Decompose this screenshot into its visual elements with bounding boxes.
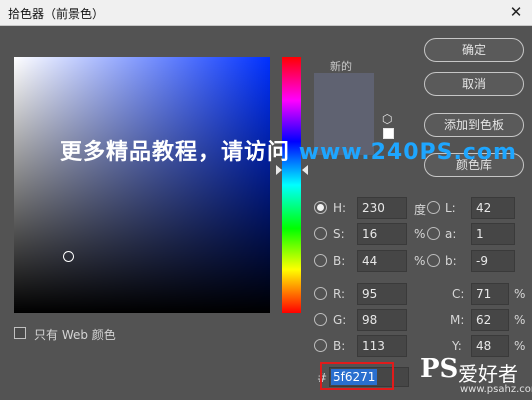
input-c[interactable]: 71 bbox=[471, 283, 509, 305]
title-bar: 拾色器（前景色） ✕ bbox=[0, 0, 532, 26]
close-icon[interactable]: ✕ bbox=[506, 3, 526, 22]
lab-row-l: L: 42 bbox=[427, 197, 527, 219]
hsb-row-s: S: 16 % bbox=[314, 223, 426, 245]
logo-ps: PS bbox=[420, 354, 459, 384]
cmyk-row-c: C: 71 % bbox=[440, 283, 530, 305]
rgb-row-g: G: 98 bbox=[314, 309, 424, 331]
input-h[interactable]: 230 bbox=[357, 197, 407, 219]
web-only-label: 只有 Web 颜色 bbox=[34, 328, 116, 342]
input-r[interactable]: 95 bbox=[357, 283, 407, 305]
hsb-row-b: B: 44 % bbox=[314, 250, 426, 272]
label-rgb-b: B: bbox=[333, 339, 346, 353]
logo-url: www.psahz.com bbox=[460, 384, 532, 395]
label-g: G: bbox=[333, 313, 347, 327]
input-l[interactable]: 42 bbox=[471, 197, 515, 219]
label-b: B: bbox=[333, 254, 346, 268]
window-title: 拾色器（前景色） bbox=[8, 7, 105, 21]
label-lab-b: b: bbox=[445, 254, 457, 268]
label-a: a: bbox=[445, 227, 457, 241]
input-lab-b[interactable]: -9 bbox=[471, 250, 515, 272]
radio-l[interactable] bbox=[427, 201, 440, 214]
input-m[interactable]: 62 bbox=[471, 309, 509, 331]
input-s[interactable]: 16 bbox=[357, 223, 407, 245]
unit-h: 度 bbox=[414, 203, 427, 217]
cmyk-row-m: M: 62 % bbox=[440, 309, 530, 331]
input-g[interactable]: 98 bbox=[357, 309, 407, 331]
radio-rgb-b[interactable] bbox=[314, 339, 327, 352]
label-m: M: bbox=[450, 313, 465, 327]
color-picker-cursor[interactable] bbox=[63, 251, 74, 262]
radio-h[interactable] bbox=[314, 201, 327, 214]
input-b[interactable]: 44 bbox=[357, 250, 407, 272]
label-h: H: bbox=[333, 201, 347, 215]
radio-g[interactable] bbox=[314, 313, 327, 326]
watermark-banner: 更多精品教程，请访问 www.240PS.com bbox=[60, 134, 517, 166]
lab-row-b: b: -9 bbox=[427, 250, 527, 272]
label-l: L: bbox=[445, 201, 456, 215]
unit-m: % bbox=[514, 313, 526, 327]
hue-slider[interactable] bbox=[282, 57, 301, 313]
site-logo: PS 爱好者 www.psahz.com bbox=[420, 352, 532, 398]
logo-cn: 爱好者 bbox=[458, 362, 518, 386]
saturation-brightness-field[interactable] bbox=[14, 57, 270, 313]
hue-slider-handle-left[interactable] bbox=[276, 165, 282, 175]
radio-b[interactable] bbox=[314, 254, 327, 267]
input-a[interactable]: 1 bbox=[471, 223, 515, 245]
cube-icon[interactable]: ⬡ bbox=[382, 113, 394, 125]
radio-s[interactable] bbox=[314, 227, 327, 240]
hue-slider-handle-right[interactable] bbox=[302, 165, 308, 175]
hsb-row-h: H: 230 度 bbox=[314, 197, 427, 219]
new-color-swatch bbox=[314, 73, 374, 114]
unit-y: % bbox=[514, 339, 526, 353]
label-y: Y: bbox=[452, 339, 462, 353]
unit-c: % bbox=[514, 287, 526, 301]
radio-a[interactable] bbox=[427, 227, 440, 240]
lab-row-a: a: 1 bbox=[427, 223, 527, 245]
unit-b: % bbox=[414, 254, 426, 268]
input-rgb-b[interactable]: 113 bbox=[357, 335, 407, 357]
radio-r[interactable] bbox=[314, 287, 327, 300]
unit-s: % bbox=[414, 227, 426, 241]
watermark-url: www.240PS.com bbox=[298, 140, 517, 165]
radio-lab-b[interactable] bbox=[427, 254, 440, 267]
ok-button[interactable]: 确定 bbox=[424, 38, 524, 62]
hex-highlight-box bbox=[320, 362, 394, 390]
rgb-row-r: R: 95 bbox=[314, 283, 424, 305]
label-s: S: bbox=[333, 227, 345, 241]
cancel-button[interactable]: 取消 bbox=[424, 72, 524, 96]
rgb-row-b: B: 113 bbox=[314, 335, 424, 357]
new-color-label: 新的 bbox=[330, 60, 352, 73]
label-c: C: bbox=[452, 287, 465, 301]
web-only-checkbox[interactable] bbox=[14, 327, 26, 339]
watermark-text: 更多精品教程，请访问 bbox=[60, 140, 291, 165]
label-r: R: bbox=[333, 287, 346, 301]
